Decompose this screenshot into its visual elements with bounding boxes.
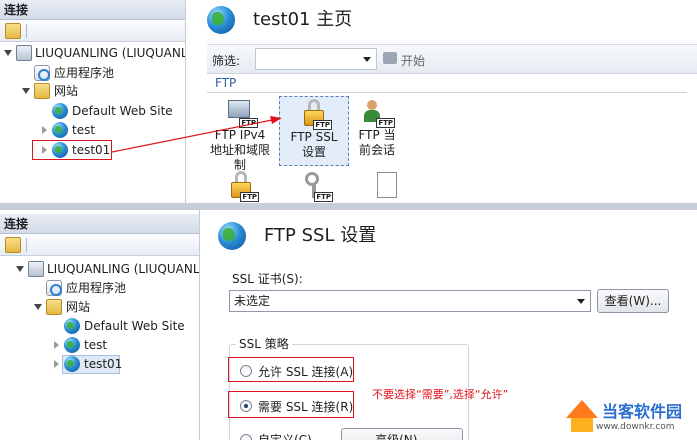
ssl-cert-label: SSL 证书(S): (232, 272, 303, 286)
globe-icon (52, 103, 68, 119)
watermark-url: www.downkr.com (596, 422, 675, 432)
ssl-cert-value: 未选定 (234, 294, 271, 308)
top-home-pane: test01 主页 筛选: 开始 FTP FTP FTP IPv4 地址和域限制… (189, 0, 697, 203)
connections-toolbar (0, 234, 199, 256)
document-icon (377, 172, 397, 198)
site-globe-icon (207, 6, 235, 34)
tree-item-server[interactable]: LIUQUANLING (LIUQUANLING (0, 260, 200, 278)
tree-label: 网站 (54, 84, 79, 98)
view-button[interactable]: 查看(W)... (597, 289, 669, 313)
radio-custom-ssl[interactable] (240, 434, 252, 440)
chevron-down-icon (577, 299, 585, 304)
tree-label: test (72, 123, 96, 137)
page-title: FTP SSL 设置 (264, 225, 377, 246)
expand-icon[interactable] (54, 360, 59, 368)
tree-label: 应用程序池 (66, 281, 127, 295)
connections-toolbar (0, 20, 185, 42)
tree-label: Default Web Site (72, 104, 173, 118)
highlight-box-allow (228, 357, 354, 382)
key-icon: FTP (299, 170, 333, 202)
feature-label: FTP IPv4 地址和域限制 (209, 128, 270, 172)
page-title: test01 主页 (253, 9, 353, 30)
tree-label: 应用程序池 (54, 66, 115, 80)
feature-ftp-ssl[interactable]: FTP FTP SSL 设置 (277, 98, 351, 160)
globe-icon (52, 122, 68, 138)
collapse-icon[interactable] (22, 88, 30, 94)
bottom-connections-pane: 连接 LIUQUANLING (LIUQUANLING 应用程序池 网站 Def… (0, 210, 200, 440)
collapse-icon[interactable] (4, 50, 12, 56)
highlight-box-test01 (32, 140, 112, 160)
chevron-down-icon (363, 57, 371, 62)
app-pool-icon (46, 280, 62, 296)
expand-icon[interactable] (42, 126, 47, 134)
lock-icon: FTP (298, 98, 332, 130)
server-icon (28, 261, 44, 277)
collapse-icon[interactable] (16, 266, 24, 272)
connections-header: 连接 (0, 0, 185, 20)
connections-header: 连接 (0, 214, 199, 234)
folder-icon (34, 83, 50, 99)
ssl-cert-select[interactable]: 未选定 (229, 290, 591, 312)
feature-ftp-ipv4[interactable]: FTP FTP IPv4 地址和域限制 (203, 96, 277, 173)
go-button[interactable]: 开始 (401, 52, 425, 69)
globe-icon (64, 318, 80, 334)
auth-lock-icon: FTP (225, 170, 259, 202)
advanced-button[interactable]: 高级(N)... (341, 428, 463, 440)
feature-ftp-auth[interactable]: FTP (225, 170, 259, 202)
binoculars-icon (383, 52, 397, 64)
site-globe-icon (218, 222, 246, 250)
feature-ftp-authz[interactable]: FTP (299, 170, 333, 202)
tree-label: LIUQUANLING (LIUQUANLING (35, 46, 186, 60)
toolbar-separator (26, 24, 27, 38)
feature-label: FTP SSL 设置 (290, 130, 338, 159)
filter-label: 筛选: (212, 54, 241, 68)
ip-restriction-icon: FTP (224, 96, 258, 128)
top-connections-pane: 连接 LIUQUANLING (LIUQUANLING 应用程序池 网站 Def… (0, 0, 186, 203)
filter-bar: 筛选: 开始 (207, 44, 697, 74)
section-divider (207, 92, 687, 93)
feature-label: FTP 当前会话 (358, 128, 396, 157)
users-icon: FTP (361, 96, 395, 128)
folder-icon (46, 299, 62, 315)
new-connection-icon[interactable] (5, 237, 21, 253)
section-header-ftp: FTP (215, 76, 237, 90)
app-pool-icon (34, 65, 50, 81)
ssl-policy-title: SSL 策略 (236, 335, 292, 352)
watermark-brand: 当客软件园 (602, 402, 683, 421)
tree-label: Default Web Site (84, 319, 185, 333)
highlight-box-require (228, 391, 354, 418)
house-logo-icon (566, 400, 598, 418)
globe-icon (64, 337, 80, 353)
server-icon (16, 45, 32, 61)
tree-label: test (84, 338, 108, 352)
feature-ftp-sessions[interactable]: FTP FTP 当前会话 (355, 96, 399, 158)
tree-label: LIUQUANLING (LIUQUANLING (47, 262, 200, 276)
tree-item-server[interactable]: LIUQUANLING (LIUQUANLING (0, 44, 186, 62)
annotation-text: 不要选择“需要”,选择“允许” (372, 388, 509, 401)
globe-icon (64, 356, 80, 372)
expand-icon[interactable] (54, 341, 59, 349)
window-divider (0, 203, 697, 210)
tree-label: test01 (84, 357, 123, 371)
filter-input[interactable] (255, 48, 377, 70)
new-connection-icon[interactable] (5, 23, 21, 39)
collapse-icon[interactable] (34, 304, 42, 310)
watermark: 当客软件园 www.downkr.com (566, 392, 697, 440)
feature-ftp-logging[interactable] (375, 170, 399, 202)
tree-label: 网站 (66, 300, 91, 314)
toolbar-separator (26, 238, 27, 252)
house-logo-body (571, 418, 593, 432)
radio-custom-label[interactable]: 自定义(C) (258, 431, 312, 440)
